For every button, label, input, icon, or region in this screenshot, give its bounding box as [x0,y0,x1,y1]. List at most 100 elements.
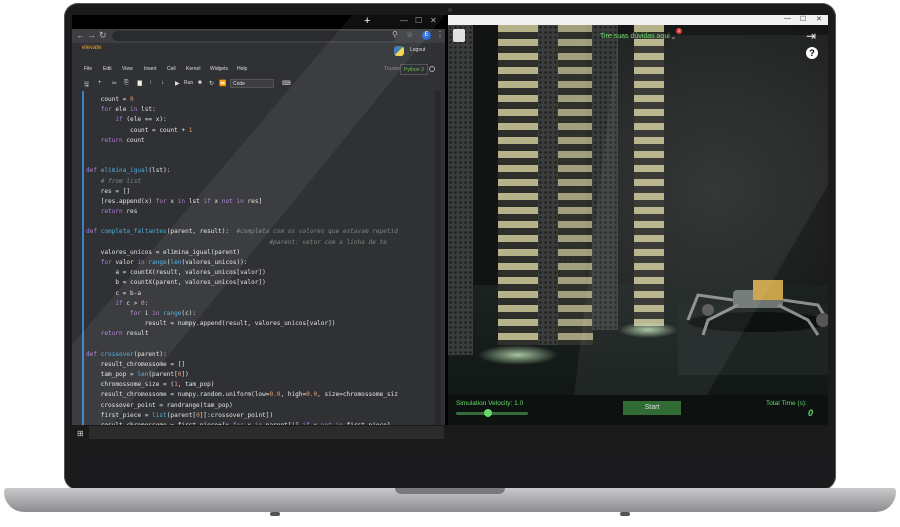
copy-icon[interactable]: ⎘ [124,80,129,87]
code-line[interactable]: [res.append(x) for x in lst if x not in … [86,197,431,207]
code-token: if [115,116,123,124]
new-tab-button[interactable]: + [364,15,370,28]
code-line[interactable]: res = [] [86,187,431,197]
code-line[interactable]: return result [86,329,431,339]
taskbar-search[interactable] [89,426,444,439]
logout-button[interactable]: Logout [410,47,425,53]
code-line[interactable]: count = 0 [86,95,431,105]
menu-kernel[interactable]: Kernel [186,66,200,72]
code-line[interactable]: if (ele == x): [86,115,431,125]
code-line[interactable]: return count [86,136,431,146]
code-token: range [148,259,167,266]
code-line[interactable]: def crossover(parent): [86,350,431,360]
code-line[interactable]: first_piece = list(parent[0][:crossover_… [86,411,431,421]
sim-minimize-button[interactable]: — [784,15,791,22]
kernel-indicator[interactable]: Python 3 [400,64,428,75]
code-token: x [166,197,178,205]
help-prompt[interactable]: Tire suas dúvidas aqui [600,33,670,40]
code-line[interactable]: return res [86,207,431,217]
code-line[interactable] [86,217,431,227]
code-token: ][:crossover_point]) [199,411,274,419]
back-arrow-icon[interactable]: ← [76,30,85,40]
help-button[interactable]: ? [806,47,818,59]
url-input[interactable] [112,31,397,41]
code-token: #parent: vetor com a linha de te [269,238,387,246]
menu-insert[interactable]: Insert [144,66,157,72]
star-icon[interactable]: ☆ [406,30,413,39]
profile-avatar[interactable]: E [422,31,431,40]
menu-cell[interactable]: Cell [167,66,176,72]
stop-icon[interactable]: ■ [198,80,202,86]
menu-edit[interactable]: Edit [103,66,112,72]
code-line[interactable]: a = countX(result, valores_unicos[valor]… [86,268,431,278]
code-line[interactable]: tam_pop = len(parent[0]) [86,370,431,380]
restart-icon[interactable]: ↻ [209,80,214,87]
code-line[interactable]: def completa_faltantes(parent, result): … [86,227,431,237]
notebook-name[interactable]: elevate [82,45,101,51]
cut-icon[interactable]: ✂ [112,80,117,87]
code-token: return [100,208,123,216]
run-icon[interactable]: ▶ [175,80,180,87]
search-icon[interactable]: ⚲ [392,30,398,39]
floor-light-2 [618,322,678,338]
code-line[interactable]: def elimina_igual(lst): [86,166,431,176]
code-line[interactable]: for i in range(c): [86,309,431,319]
code-line[interactable]: crossover_point = randrange(tam_pop) [86,401,431,411]
code-line[interactable]: valores_unicos = elimina_igual(parent) [86,248,431,258]
menu-widgets[interactable]: Widgets [210,66,228,72]
code-token: res [122,208,138,216]
code-line[interactable] [86,156,431,166]
windows-start-icon[interactable]: ⊞ [77,429,85,438]
save-icon[interactable]: 🖫 [84,80,89,90]
code-token: for [100,106,112,114]
code-line[interactable]: c = b-a [86,289,431,299]
minimize-button[interactable]: — [400,16,408,25]
3d-scene[interactable] [448,25,828,435]
code-line[interactable]: b = countX(parent, valores_unicos[valor]… [86,278,431,288]
sim-maximize-button[interactable]: ☐ [800,15,806,23]
pillar-striped-3 [634,25,664,330]
code-line[interactable]: # from list [86,177,431,187]
code-token: count [122,136,145,144]
menu-help[interactable]: Help [237,66,247,72]
notebook-scrollbar[interactable] [435,91,441,425]
code-token: list [152,411,167,419]
more-menu-icon[interactable]: ⋮ [436,30,444,39]
code-cell[interactable]: count = 0 for ele in lst: if (ele == x):… [86,95,431,425]
reload-icon[interactable]: ↻ [99,30,107,41]
clipboard-icon[interactable] [453,29,465,42]
code-line[interactable]: result_chromossome = numpy.random.unifor… [86,390,431,400]
code-line[interactable]: for ele in lst: [86,105,431,115]
code-token: def [86,350,98,358]
code-line[interactable]: for valor in range(len(valores_unicos)): [86,258,431,268]
code-token: lst [185,197,204,205]
maximize-button[interactable]: ☐ [415,16,422,25]
cell-type-select[interactable]: Code [230,79,274,88]
code-line[interactable]: #parent: vetor com a linha de te [86,238,431,248]
close-button[interactable]: ✕ [430,16,437,25]
code-line[interactable] [86,340,431,350]
run-button[interactable]: Run [184,80,193,86]
start-button[interactable]: Start [623,401,681,415]
menu-view[interactable]: View [122,66,133,72]
code-line[interactable] [86,146,431,156]
move-down-icon[interactable]: ↓ [161,80,164,86]
paste-icon[interactable]: 📋 [136,80,143,87]
forward-arrow-icon[interactable]: → [87,30,96,40]
code-line[interactable]: result_chromossome = [] [86,360,431,370]
add-cell-icon[interactable]: + [98,80,102,86]
keyboard-icon[interactable]: ⌨ [282,80,291,87]
code-line[interactable]: result = numpy.append(result, valores_un… [86,319,431,329]
move-up-icon[interactable]: ↑ [149,80,152,86]
sim-close-button[interactable]: ✕ [816,15,822,23]
code-line[interactable]: count = count + 1 [86,126,431,136]
fast-forward-icon[interactable]: ⏩ [219,80,226,87]
code-line[interactable]: if c > 0: [86,299,431,309]
chevron-down-icon[interactable]: ⌄ [670,32,677,41]
code-line[interactable]: chromossome_size = (1, tam_pop) [86,380,431,390]
trusted-indicator[interactable]: Trusted [384,66,401,72]
browser-address-bar: ← → ↻ ⚲ ☆ E ⋮ [72,29,445,43]
exit-icon[interactable]: ⇥ [806,29,816,43]
menu-file[interactable]: File [84,66,92,72]
